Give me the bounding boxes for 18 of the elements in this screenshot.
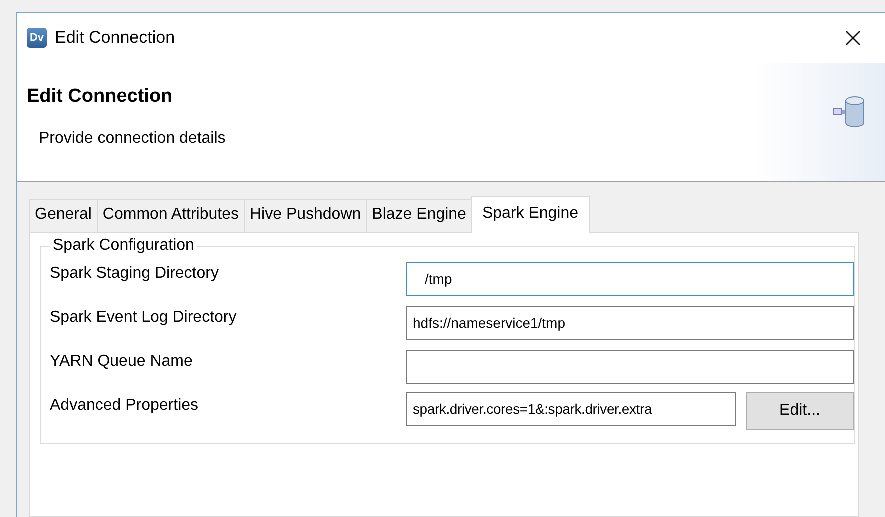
window-title: Edit Connection xyxy=(55,28,176,48)
tab[interactable]: Spark Engine xyxy=(471,196,590,233)
field-label: Advanced Properties xyxy=(50,397,200,415)
page-title: Edit Connection xyxy=(27,86,174,108)
edit-button[interactable]: Edit... xyxy=(746,392,854,430)
database-icon xyxy=(833,95,867,129)
text-field[interactable]: spark.driver.cores=1&:spark.driver.extra xyxy=(406,392,736,426)
close-button[interactable]: × xyxy=(842,24,865,52)
field-label: Spark Staging Directory xyxy=(50,265,220,283)
page-subtitle: Provide connection details xyxy=(39,130,226,148)
text-field[interactable]: /tmp xyxy=(406,262,854,296)
field-label: Spark Event Log Directory xyxy=(50,309,238,327)
group-title: Spark Configuration xyxy=(52,237,196,255)
text-field[interactable] xyxy=(406,350,854,384)
tab[interactable]: General xyxy=(29,199,98,232)
field-label: YARN Queue Name xyxy=(50,353,194,371)
app-icon: Dv xyxy=(27,28,47,48)
text-field[interactable]: hdfs://nameservice1/tmp xyxy=(406,306,854,340)
